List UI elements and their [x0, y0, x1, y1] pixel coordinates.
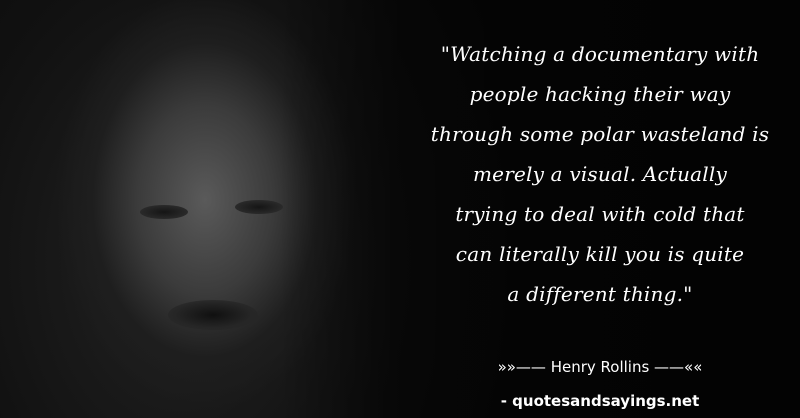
source-website: - quotesandsayings.net	[500, 392, 700, 410]
quote-line: a different thing."	[507, 282, 693, 306]
quote-line: trying to deal with cold that	[455, 202, 745, 226]
quote-line: can literally kill you is quite	[455, 242, 745, 266]
quote-line: "Watching a documentary with	[440, 42, 760, 66]
quote-author: »»—— Henry Rollins ——««	[497, 358, 703, 376]
quote-line: merely a visual. Actually	[473, 162, 727, 186]
quote-line: people hacking their way	[469, 82, 731, 106]
quote-line: through some polar wasteland is	[430, 122, 770, 146]
quote-text: "Watching a documentary with people hack…	[400, 34, 800, 314]
